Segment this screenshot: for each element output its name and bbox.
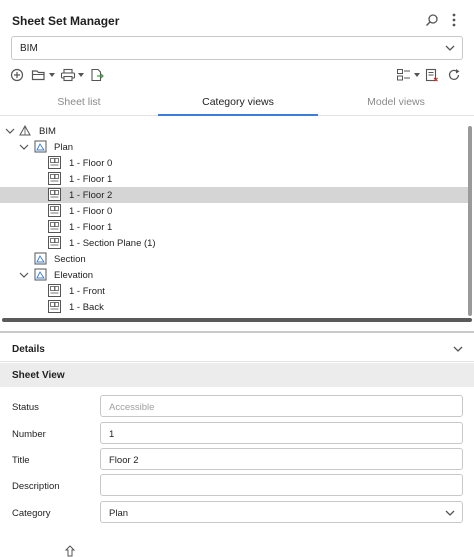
open-folder-dropdown[interactable] — [31, 66, 55, 84]
tree-node-label: 1 - Floor 0 — [69, 157, 113, 169]
category-icon — [34, 252, 47, 265]
tree-vertical-scrollbar[interactable] — [468, 126, 472, 316]
tree-node-label: BIM — [39, 125, 56, 137]
tree-node-view[interactable]: 1 - Floor 0 — [0, 155, 470, 171]
tree-node-category[interactable]: Elevation — [0, 267, 470, 283]
caret-down-icon — [414, 73, 420, 77]
sheet-view-icon — [48, 300, 61, 313]
category-icon — [34, 140, 47, 153]
tab-sheet-list[interactable]: Sheet list — [0, 88, 158, 116]
title-field[interactable]: Floor 2 — [100, 448, 463, 470]
tree-node-label: Plan — [54, 141, 74, 153]
tree-node-label: 1 - Back — [69, 301, 104, 313]
sheet-set-icon — [19, 124, 31, 136]
more-vertical-icon[interactable] — [446, 12, 462, 28]
chevron-down-icon[interactable] — [5, 126, 15, 136]
section-title: Sheet View — [12, 370, 65, 381]
refresh-icon[interactable] — [447, 66, 461, 84]
category-label: Category — [12, 508, 51, 519]
sheet-set-value: BIM — [20, 43, 38, 54]
details-header[interactable]: Details — [0, 336, 474, 362]
tree-node-view[interactable]: 1 - Front — [0, 283, 470, 299]
sheet-view-icon — [48, 188, 61, 201]
panel-splitter[interactable] — [0, 331, 474, 333]
tree-horizontal-scrollbar[interactable] — [2, 318, 472, 322]
print-dropdown[interactable] — [60, 66, 84, 84]
add-circle-icon[interactable] — [10, 66, 24, 84]
sheet-view-icon — [48, 236, 61, 249]
status-label: Status — [12, 402, 39, 413]
sheet-view-icon — [48, 220, 61, 233]
tree-node-view-selected[interactable]: 1 - Floor 2 — [0, 187, 470, 203]
sheet-view-section-header: Sheet View — [0, 363, 474, 387]
sheet-view-icon — [48, 204, 61, 217]
description-label: Description — [12, 481, 60, 492]
sheet-set-select[interactable]: BIM — [11, 36, 463, 60]
sheet-view-icon — [48, 284, 61, 297]
caret-down-icon — [49, 73, 55, 77]
active-tab-indicator — [158, 114, 318, 116]
number-field[interactable]: 1 — [100, 422, 463, 444]
view-options-dropdown[interactable] — [396, 66, 420, 84]
details-title: Details — [12, 344, 45, 355]
status-field[interactable]: Accessible — [100, 395, 463, 417]
tab-category-views[interactable]: Category views — [158, 88, 318, 116]
chevron-down-icon — [445, 510, 455, 516]
cursor-icon — [64, 545, 76, 557]
open-folder-icon — [31, 70, 45, 81]
publish-icon[interactable] — [89, 66, 105, 84]
chevron-down-icon[interactable] — [19, 142, 29, 152]
category-select[interactable]: Plan — [100, 501, 463, 523]
number-label: Number — [12, 429, 46, 440]
view-tabs: Sheet list Category views Model views — [0, 88, 474, 116]
title-bar: Sheet Set Manager — [0, 0, 474, 34]
chevron-down-icon — [445, 45, 455, 51]
tree-node-view[interactable]: 1 - Section Plane (1) — [0, 235, 470, 251]
chevron-down-icon[interactable] — [19, 270, 29, 280]
tree-node-category[interactable]: Section — [0, 251, 470, 267]
tree-node-label: 1 - Section Plane (1) — [69, 237, 156, 249]
tree-node-label: 1 - Front — [69, 285, 105, 297]
print-icon — [60, 68, 76, 82]
description-field[interactable] — [100, 474, 463, 496]
tree-node-label: Elevation — [54, 269, 94, 281]
tree-node-view[interactable]: 1 - Floor 0 — [0, 203, 470, 219]
tree-node-category[interactable]: Plan — [0, 139, 470, 155]
caret-down-icon — [78, 73, 84, 77]
view-options-icon — [397, 69, 410, 81]
tree-node-label: 1 - Floor 0 — [69, 205, 113, 217]
sheet-view-icon — [48, 156, 61, 169]
tree-node-view[interactable]: 1 - Floor 1 — [0, 171, 470, 187]
tree-node-label: 1 - Floor 2 — [69, 189, 113, 201]
title-label: Title — [12, 455, 30, 466]
checklist-icon[interactable] — [425, 66, 439, 84]
chevron-down-icon[interactable] — [452, 343, 464, 355]
tree-node-view[interactable]: 1 - Floor 1 — [0, 219, 470, 235]
tree-node-root[interactable]: BIM — [0, 123, 470, 139]
tab-model-views[interactable]: Model views — [318, 88, 474, 116]
tree-node-label: Section — [54, 253, 86, 265]
category-value: Plan — [109, 508, 129, 519]
toolbar — [0, 64, 474, 86]
panel-title: Sheet Set Manager — [12, 14, 120, 28]
tree-node-label: 1 - Floor 1 — [69, 173, 113, 185]
search-icon[interactable] — [424, 12, 440, 28]
category-icon — [34, 268, 47, 281]
category-tree[interactable]: BIM Plan 1 - Floor 0 1 - Floor 1 1 - Flo… — [0, 120, 474, 320]
tree-node-view[interactable]: 1 - Back — [0, 299, 470, 315]
tree-node-label: 1 - Floor 1 — [69, 221, 113, 233]
sheet-view-icon — [48, 172, 61, 185]
